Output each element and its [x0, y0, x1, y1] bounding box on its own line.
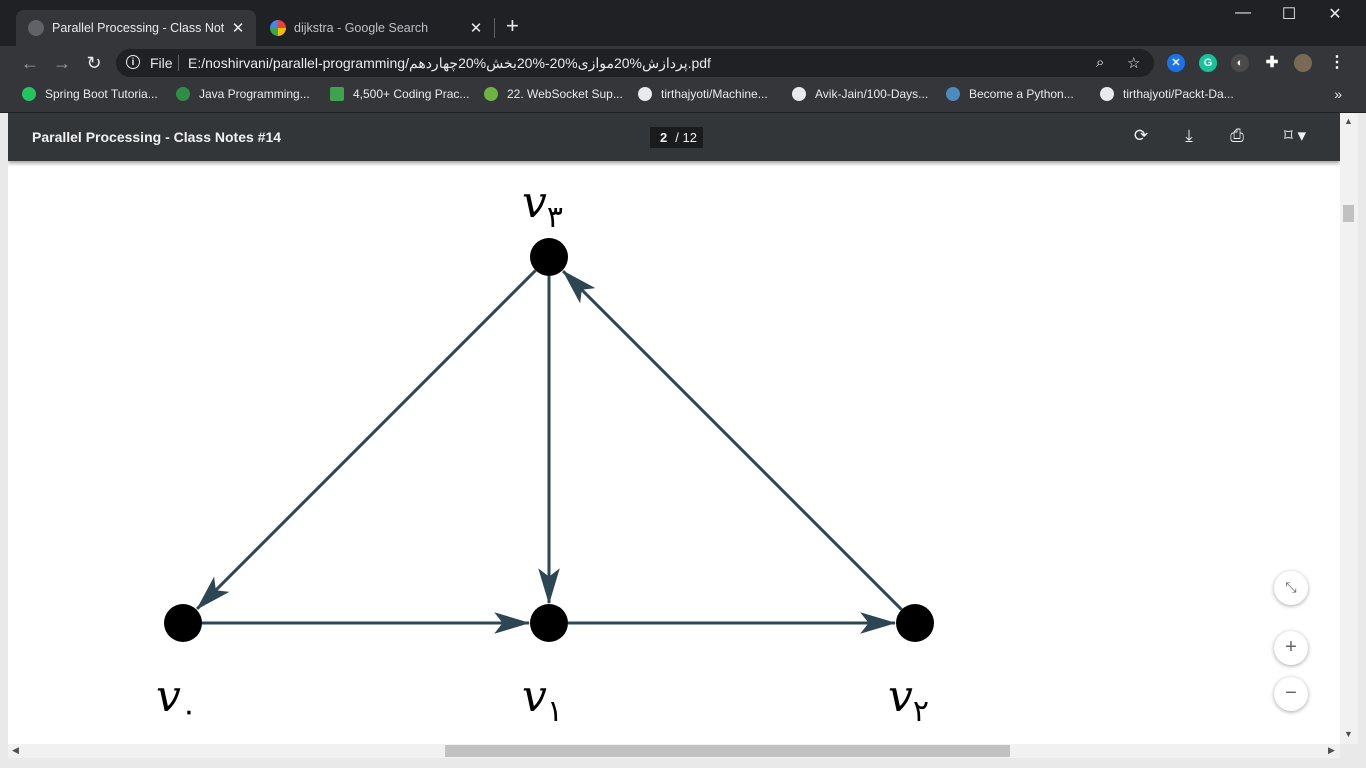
bookmark-item[interactable]: Spring Boot Tutoria...	[22, 87, 158, 101]
pdf-page: v۰ v۱ v۲ v۳	[8, 161, 1340, 744]
node-label-v3: v۳	[522, 177, 563, 235]
edge-v2-v3	[562, 270, 903, 611]
url-scheme: File	[150, 55, 173, 71]
bookmark-item[interactable]: 22. WebSocket Sup...	[484, 87, 623, 101]
horizontal-scroll-thumb[interactable]	[445, 745, 1010, 757]
bookmark-item[interactable]: 4,500+ Coding Prac...	[330, 87, 469, 101]
extensions-puzzle-icon[interactable]: ✚	[1263, 54, 1281, 72]
more-bookmarks-button[interactable]: »	[1334, 86, 1342, 102]
gfg-icon	[176, 87, 190, 101]
node-label-v2: v۲	[888, 671, 929, 729]
node-label-base: v	[522, 671, 547, 722]
node-v3	[530, 238, 568, 276]
horizontal-scrollbar[interactable]: ◀ ▶	[8, 744, 1340, 758]
scroll-right-icon[interactable]: ▶	[1328, 745, 1335, 756]
url-divider	[178, 55, 179, 71]
bookmark-label: tirthajyoti/Packt-Da...	[1123, 87, 1234, 101]
url-text[interactable]: E:/noshirvani/parallel-programming/پرداز…	[188, 55, 711, 72]
node-label-v0: v۰	[156, 671, 197, 729]
fit-to-page-button[interactable]: ⤡	[1274, 571, 1308, 605]
scroll-down-icon[interactable]: ▼	[1344, 729, 1353, 739]
pdf-viewer: Parallel Processing - Class Notes #14 2 …	[8, 113, 1340, 744]
bookmark-label: Spring Boot Tutoria...	[45, 87, 158, 101]
directed-graph: v۰ v۱ v۲v۳	[156, 177, 934, 729]
vertical-scrollbar[interactable]: ▲ ▼	[1340, 113, 1358, 744]
bookmark-menu-icon[interactable]: ⌑ ▾	[1278, 126, 1312, 146]
download-icon[interactable]: ⤓	[1177, 126, 1201, 146]
page-total: / 12	[671, 126, 703, 148]
forward-button[interactable]: →	[49, 50, 75, 76]
github-icon	[1100, 87, 1114, 101]
node-v1	[530, 604, 568, 642]
bookmark-label: Java Programming...	[199, 87, 310, 101]
bookmarks-bar: Spring Boot Tutoria... Java Programming.…	[0, 80, 1366, 113]
codewars-icon	[330, 87, 344, 101]
back-button[interactable]: ←	[17, 50, 43, 76]
vertical-scroll-thumb[interactable]	[1343, 205, 1354, 222]
address-bar[interactable]: i File E:/noshirvani/parallel-programmin…	[116, 49, 1154, 77]
tab-google-search[interactable]: dijkstra - Google Search ✕	[258, 10, 494, 46]
node-label-base: v	[522, 177, 547, 228]
minimize-button[interactable]: —	[1220, 4, 1266, 22]
tab-pdf[interactable]: Parallel Processing - Class Notes ✕	[16, 10, 256, 46]
node-label-v1: v۱	[522, 671, 563, 729]
rotate-icon[interactable]: ⟳	[1129, 126, 1153, 146]
bookmark-label: tirthajyoti/Machine...	[661, 87, 768, 101]
tab-title: dijkstra - Google Search	[294, 21, 429, 35]
pdf-toolbar: Parallel Processing - Class Notes #14 2 …	[8, 113, 1340, 161]
zoom-icon[interactable]: ⌕	[1096, 54, 1104, 71]
tab-title: Parallel Processing - Class Notes	[52, 21, 224, 35]
grammarly-icon[interactable]: G	[1199, 54, 1217, 72]
node-v0	[164, 604, 202, 642]
node-label-subscript: ۳	[547, 200, 563, 235]
avatar[interactable]	[1294, 54, 1312, 72]
pdf-title: Parallel Processing - Class Notes #14	[32, 129, 282, 145]
node-label-subscript: ۲	[913, 694, 929, 729]
node-label-base: v	[156, 671, 181, 722]
browser-toolbar: ← → ↻ i File E:/noshirvani/parallel-prog…	[0, 46, 1366, 80]
bookmark-item[interactable]: Avik-Jain/100-Days...	[792, 87, 928, 101]
close-tab-icon[interactable]: ✕	[230, 19, 246, 37]
node-label-subscript: ۰	[181, 694, 197, 729]
spring-icon	[22, 87, 36, 101]
bookmark-item[interactable]: Become a Python...	[946, 87, 1074, 101]
kebab-menu-icon[interactable]: ⋮	[1328, 54, 1346, 72]
tab-strip: Parallel Processing - Class Notes ✕ dijk…	[0, 0, 1366, 46]
globe-icon	[28, 20, 44, 36]
print-icon[interactable]: ⎙	[1225, 126, 1249, 146]
bookmark-item[interactable]: tirthajyoti/Packt-Da...	[1100, 87, 1234, 101]
edge-v3-v0	[196, 269, 537, 610]
zoom-out-button[interactable]: −	[1274, 677, 1308, 711]
google-icon	[270, 20, 286, 36]
node-label-subscript: ۱	[547, 694, 563, 729]
bookmark-star-icon[interactable]: ☆	[1127, 54, 1140, 72]
scroll-left-icon[interactable]: ◀	[12, 745, 19, 756]
page-number-input[interactable]: 2	[650, 126, 672, 148]
github-icon	[638, 87, 652, 101]
bookmark-label: Become a Python...	[969, 87, 1074, 101]
new-tab-button[interactable]: +	[506, 14, 519, 38]
extension-icon[interactable]: ✕	[1167, 54, 1185, 72]
info-icon[interactable]: i	[126, 55, 140, 69]
scroll-up-icon[interactable]: ▲	[1344, 116, 1353, 126]
zoom-in-button[interactable]: +	[1274, 631, 1308, 665]
tab-divider	[494, 18, 495, 38]
maximize-button[interactable]: ☐	[1266, 4, 1312, 24]
github-icon	[792, 87, 806, 101]
node-label-base: v	[888, 671, 913, 722]
reload-button[interactable]: ↻	[81, 50, 107, 76]
python-icon	[946, 87, 960, 101]
bookmark-label: Avik-Jain/100-Days...	[815, 87, 929, 101]
window-close-button[interactable]: ✕	[1312, 4, 1358, 24]
node-v2	[896, 604, 934, 642]
bookmark-item[interactable]: Java Programming...	[176, 87, 310, 101]
bookmark-item[interactable]: tirthajyoti/Machine...	[638, 87, 768, 101]
bookmark-label: 22. WebSocket Sup...	[507, 87, 623, 101]
close-tab-icon[interactable]: ✕	[468, 19, 484, 37]
extension-icon[interactable]: ◐	[1231, 54, 1249, 72]
bookmark-label: 4,500+ Coding Prac...	[353, 87, 470, 101]
spring-leaf-icon	[484, 87, 498, 101]
page-indicator: 2 / 12	[650, 126, 703, 148]
